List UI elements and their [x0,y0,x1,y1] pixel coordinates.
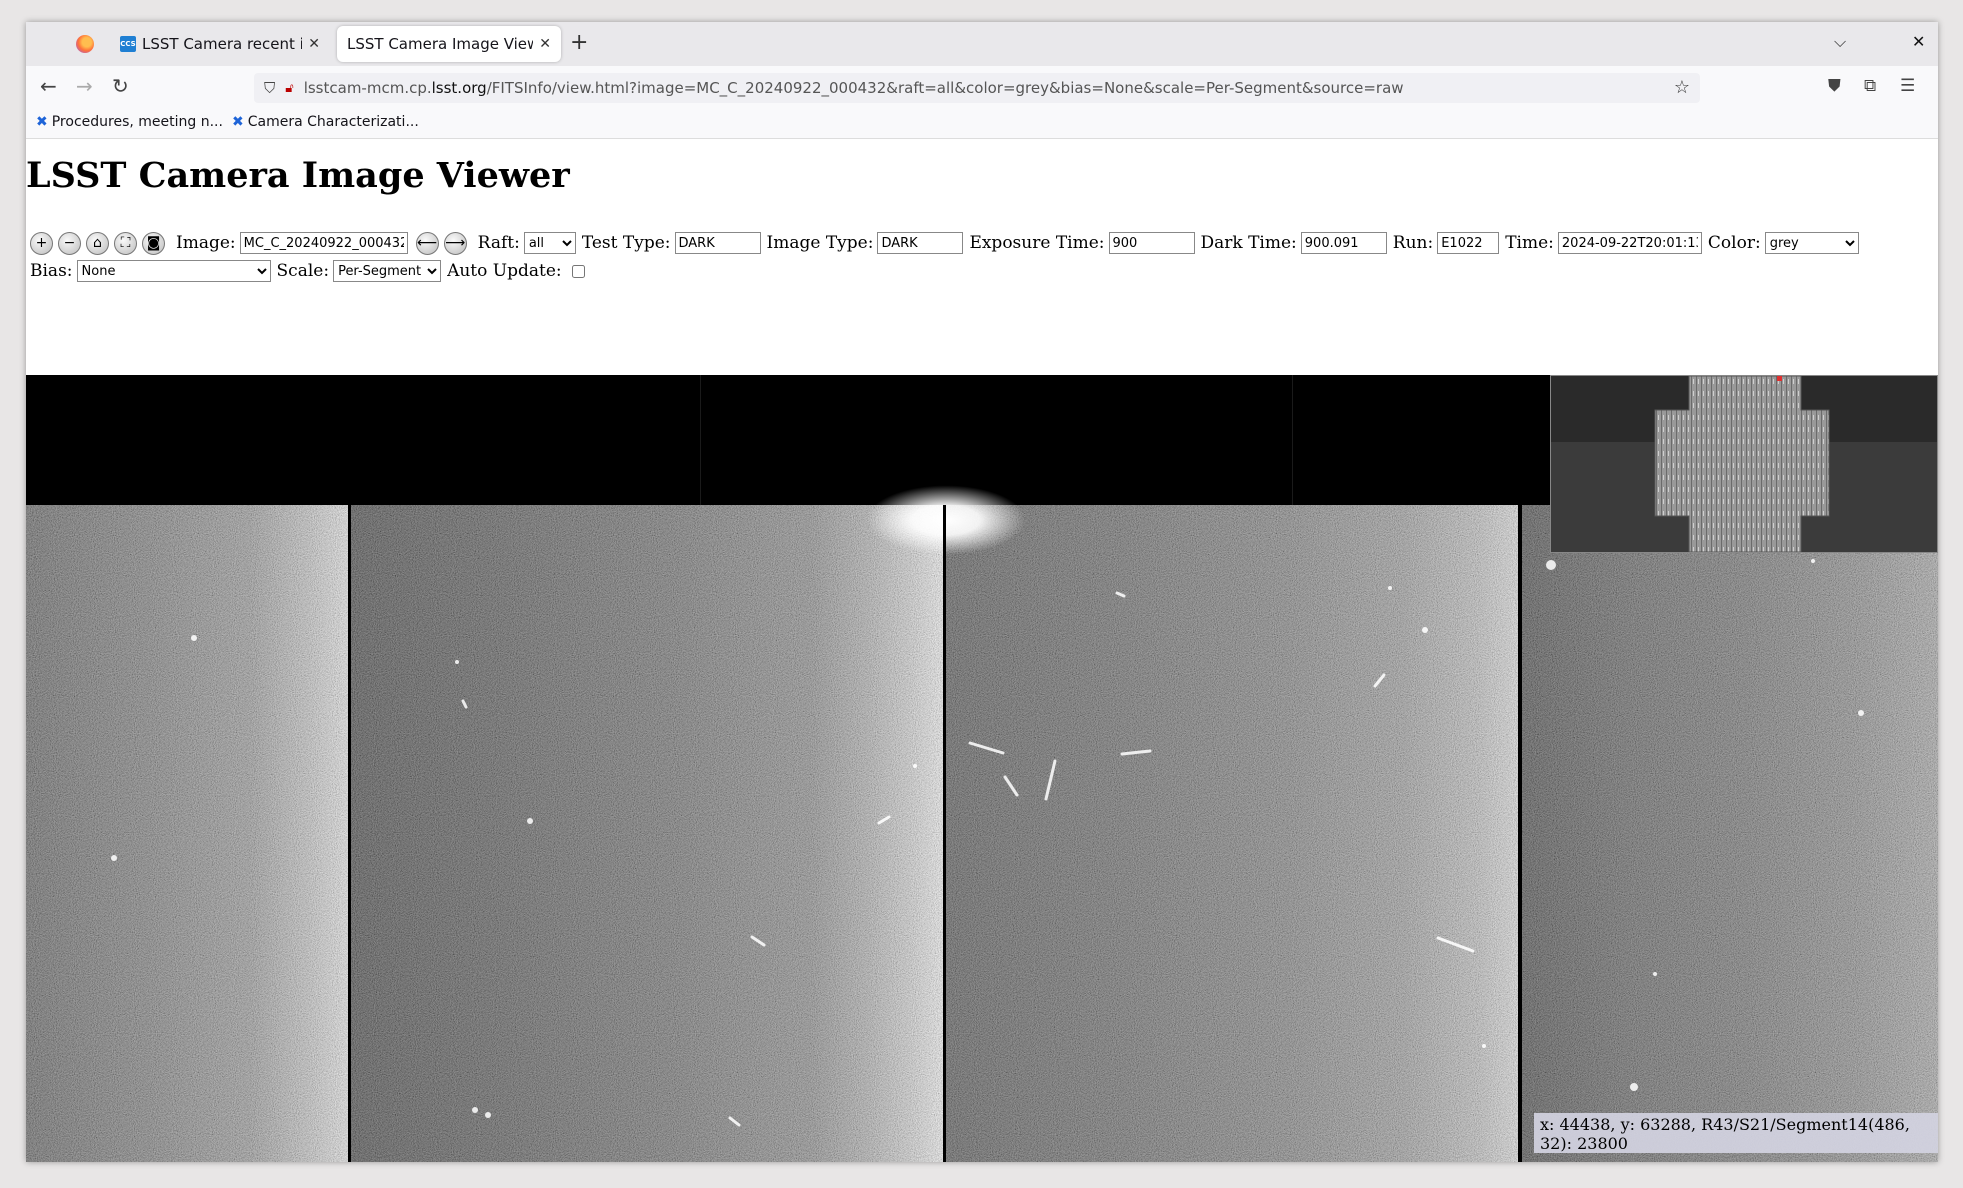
scale-label: Scale: [276,261,330,281]
zoom-in-button[interactable]: + [30,231,53,255]
bookmark-procedures[interactable]: ✖ Procedures, meeting n... [36,114,223,130]
tab-recent-images[interactable]: CCS LSST Camera recent imag ✕ [110,26,330,62]
current-position-marker [1777,376,1782,381]
url-path: /FITSInfo/view.html?image=MC_C_20240922_… [486,79,1404,97]
cosmic-ray-hit [111,855,117,861]
cosmic-ray-hit [1546,560,1556,570]
cosmic-ray-hit [1388,586,1392,590]
cosmic-ray-hit [1630,1083,1638,1091]
bias-label: Bias: [30,261,73,281]
dark-time-label: Dark Time: [1200,233,1297,253]
sensor-boundary-line [1292,375,1293,505]
bookmark-camera-characterization[interactable]: ✖ Camera Characterizati... [232,114,419,130]
close-tab-icon[interactable]: ✕ [539,36,551,52]
browser-window: CCS LSST Camera recent imag ✕ LSST Camer… [26,22,1938,1162]
color-label: Color: [1707,233,1761,253]
scale-select[interactable]: Per-Segment [333,260,442,282]
bookmark-label: Camera Characterizati... [247,114,419,130]
image-input[interactable] [239,232,408,254]
raft-select[interactable]: all [523,232,576,254]
bright-glow-artifact [866,485,1026,555]
page-title: LSST Camera Image Viewer [26,155,570,196]
focal-plane-overview-map [1551,376,1937,552]
time-input[interactable] [1557,232,1702,254]
list-all-tabs-chevron-icon[interactable]: ⌵ [1834,32,1846,52]
forward-arrow-icon[interactable]: → [76,74,93,98]
run-input[interactable] [1437,232,1500,254]
sensor-boundary-line [700,375,701,505]
page-content: LSST Camera Image Viewer + − ⌂ ⛶ ◙ Image… [26,139,1938,1162]
navigation-toolbar: ← → ↻ ⛉ 🔓︎ lsstcam-mcm.cp.lsst.org/FITSI… [26,66,1938,108]
new-tab-plus-icon[interactable]: + [570,30,588,55]
window-close-icon[interactable]: ✕ [1912,32,1925,51]
url-bar[interactable]: ⛉ 🔓︎ lsstcam-mcm.cp.lsst.org/FITSInfo/vi… [254,73,1700,103]
image-noise-overlay [26,505,1938,1162]
sensor-gap [1518,505,1522,1162]
tracking-shield-icon[interactable]: ⛉ [264,79,275,97]
cosmic-ray-hit [1422,627,1428,633]
tab-title: LSST Camera Image Viewer [347,35,534,53]
auto-update-checkbox[interactable] [571,264,585,278]
focal-plane-navigator[interactable] [1550,375,1938,553]
raft-label: Raft: [477,233,520,253]
bookmark-favicon-icon: ✖ [36,114,48,130]
ccs-favicon-icon: CCS [120,36,136,52]
cosmic-ray-hit [485,1112,491,1118]
cosmic-ray-hit [1858,710,1864,716]
tab-title: LSST Camera recent imag [142,35,303,53]
exposure-time-input[interactable] [1108,232,1195,254]
back-arrow-icon[interactable]: ← [40,74,57,98]
image-viewer-canvas[interactable]: x: 44438, y: 63288, R43/S21/Segment14(48… [26,375,1938,1162]
auto-update-label: Auto Update: [447,261,562,281]
cosmic-ray-hit [191,635,197,641]
cosmic-ray-hit [1811,559,1815,563]
image-type-input[interactable] [877,232,964,254]
tab-image-viewer[interactable]: LSST Camera Image Viewer ✕ [337,26,561,62]
home-button[interactable]: ⌂ [86,231,109,255]
camera-snapshot-button[interactable]: ◙ [142,231,165,255]
sensor-gap [348,505,351,1162]
zoom-out-button[interactable]: − [58,231,81,255]
cosmic-ray-hit [455,660,459,664]
test-type-input[interactable] [674,232,761,254]
next-image-button[interactable]: ⟶ [443,231,467,255]
url-text: lsstcam-mcm.cp.lsst.org/FITSInfo/view.ht… [304,79,1404,97]
color-select[interactable]: grey [1764,232,1859,254]
cosmic-ray-hit [1482,1044,1486,1048]
cursor-coordinate-readout: x: 44438, y: 63288, R43/S21/Segment14(48… [1534,1113,1938,1153]
cosmic-ray-hit [913,764,917,768]
dark-time-input[interactable] [1300,232,1387,254]
reload-icon[interactable]: ↻ [112,74,129,98]
tab-bar: CCS LSST Camera recent imag ✕ LSST Camer… [26,22,1938,66]
pocket-icon[interactable]: ⛊ [1828,76,1841,96]
firefox-icon[interactable] [76,35,94,53]
bookmark-label: Procedures, meeting n... [51,114,223,130]
exposure-time-label: Exposure Time: [969,233,1105,253]
cosmic-ray-hit [1653,972,1657,976]
bookmark-star-icon[interactable]: ☆ [1674,77,1690,98]
sensor-gap [943,505,946,1162]
full-page-button[interactable]: ⛶ [114,231,137,255]
cosmic-ray-hit [472,1107,478,1113]
insecure-lock-icon[interactable]: 🔓︎ [285,81,293,96]
close-tab-icon[interactable]: ✕ [308,36,320,52]
url-domain: lsst.org [431,79,487,97]
time-label: Time: [1505,233,1554,253]
bias-select[interactable]: None [76,260,271,282]
app-menu-icon[interactable]: ☰ [1900,76,1915,96]
url-prefix: lsstcam-mcm.cp. [303,79,432,97]
bookmark-favicon-icon: ✖ [232,114,244,130]
test-type-label: Test Type: [581,233,671,253]
image-label: Image: [176,233,236,253]
bookmarks-toolbar: ✖ Procedures, meeting n... ✖ Camera Charac… [26,108,1938,139]
previous-image-button[interactable]: ⟵ [415,231,439,255]
run-label: Run: [1392,233,1434,253]
cosmic-ray-hit [527,818,533,824]
image-type-label: Image Type: [766,233,874,253]
extensions-icon[interactable]: ⧉ [1864,76,1876,96]
